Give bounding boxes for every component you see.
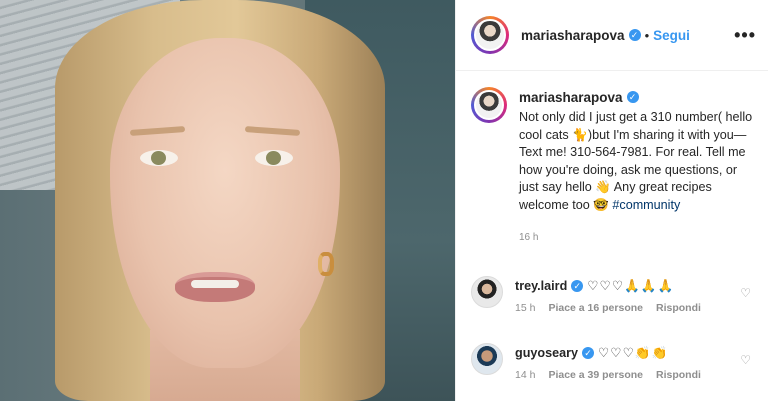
caption-hashtag[interactable]: #community — [612, 198, 680, 212]
verified-badge-icon: ✓ — [571, 280, 584, 292]
comment-body: guyoseary ✓ ♡♡♡👏👏 14 h Piace a 39 person… — [515, 343, 754, 381]
more-options-icon[interactable]: ••• — [734, 25, 756, 46]
post-header: mariasharapova ✓ • Segui ••• — [456, 0, 768, 71]
comment-likes[interactable]: Piace a 16 persone — [548, 302, 643, 314]
reply-button[interactable]: Rispondi — [656, 302, 701, 314]
header-separator: • — [644, 27, 650, 43]
heart-icon[interactable]: ♡ — [740, 353, 751, 367]
caption-text: Not only did I just get a 310 number( he… — [519, 109, 753, 214]
caption-avatar[interactable] — [471, 87, 507, 123]
caption-message: Not only did I just get a 310 number( he… — [519, 110, 753, 212]
reply-button[interactable]: Rispondi — [656, 369, 701, 381]
post-timestamp[interactable]: 16 h — [519, 232, 753, 243]
media-eye-left — [140, 150, 178, 166]
follow-button[interactable]: Segui — [653, 28, 690, 43]
comment-avatar[interactable] — [471, 343, 503, 375]
caption-body: mariasharapova ✓ Not only did I just get… — [519, 87, 753, 244]
comment-username[interactable]: guyoseary — [515, 343, 578, 363]
post-caption: mariasharapova ✓ Not only did I just get… — [456, 71, 768, 243]
comment-text: ♡♡♡👏👏 — [598, 346, 669, 360]
post-side-panel: mariasharapova ✓ • Segui ••• mariasharap… — [455, 0, 768, 401]
comment-likes[interactable]: Piace a 39 persone — [548, 369, 643, 381]
comment-line: trey.laird ✓ ♡♡♡🙏🙏🙏 — [515, 276, 754, 296]
comment-text: ♡♡♡🙏🙏🙏 — [587, 279, 675, 293]
comment-item: guyoseary ✓ ♡♡♡👏👏 14 h Piace a 39 person… — [456, 343, 768, 381]
media-face — [110, 38, 340, 368]
comment-time[interactable]: 15 h — [515, 302, 535, 314]
comment-avatar[interactable] — [471, 276, 503, 308]
comment-body: trey.laird ✓ ♡♡♡🙏🙏🙏 15 h Piace a 16 pers… — [515, 276, 754, 314]
comment-item: trey.laird ✓ ♡♡♡🙏🙏🙏 15 h Piace a 16 pers… — [456, 276, 768, 314]
comment-meta: 14 h Piace a 39 persone Rispondi — [515, 369, 754, 381]
media-eye-right — [255, 150, 293, 166]
author-avatar[interactable] — [471, 16, 509, 54]
comment-line: guyoseary ✓ ♡♡♡👏👏 — [515, 343, 754, 363]
comment-username[interactable]: trey.laird — [515, 276, 567, 296]
heart-icon[interactable]: ♡ — [740, 286, 751, 300]
caption-avatar-image — [474, 90, 504, 120]
post-media[interactable] — [0, 0, 455, 401]
verified-badge-icon: ✓ — [628, 29, 641, 41]
author-username[interactable]: mariasharapova — [521, 28, 625, 43]
comment-time[interactable]: 14 h — [515, 369, 535, 381]
verified-badge-icon: ✓ — [582, 347, 594, 359]
caption-username[interactable]: mariasharapova — [519, 90, 623, 105]
verified-badge-icon: ✓ — [626, 91, 639, 103]
media-earring — [318, 252, 334, 276]
comment-meta: 15 h Piace a 16 persone Rispondi — [515, 302, 754, 314]
media-mouth — [175, 272, 255, 302]
caption-header: mariasharapova ✓ — [519, 87, 753, 107]
author-avatar-image — [474, 19, 506, 51]
